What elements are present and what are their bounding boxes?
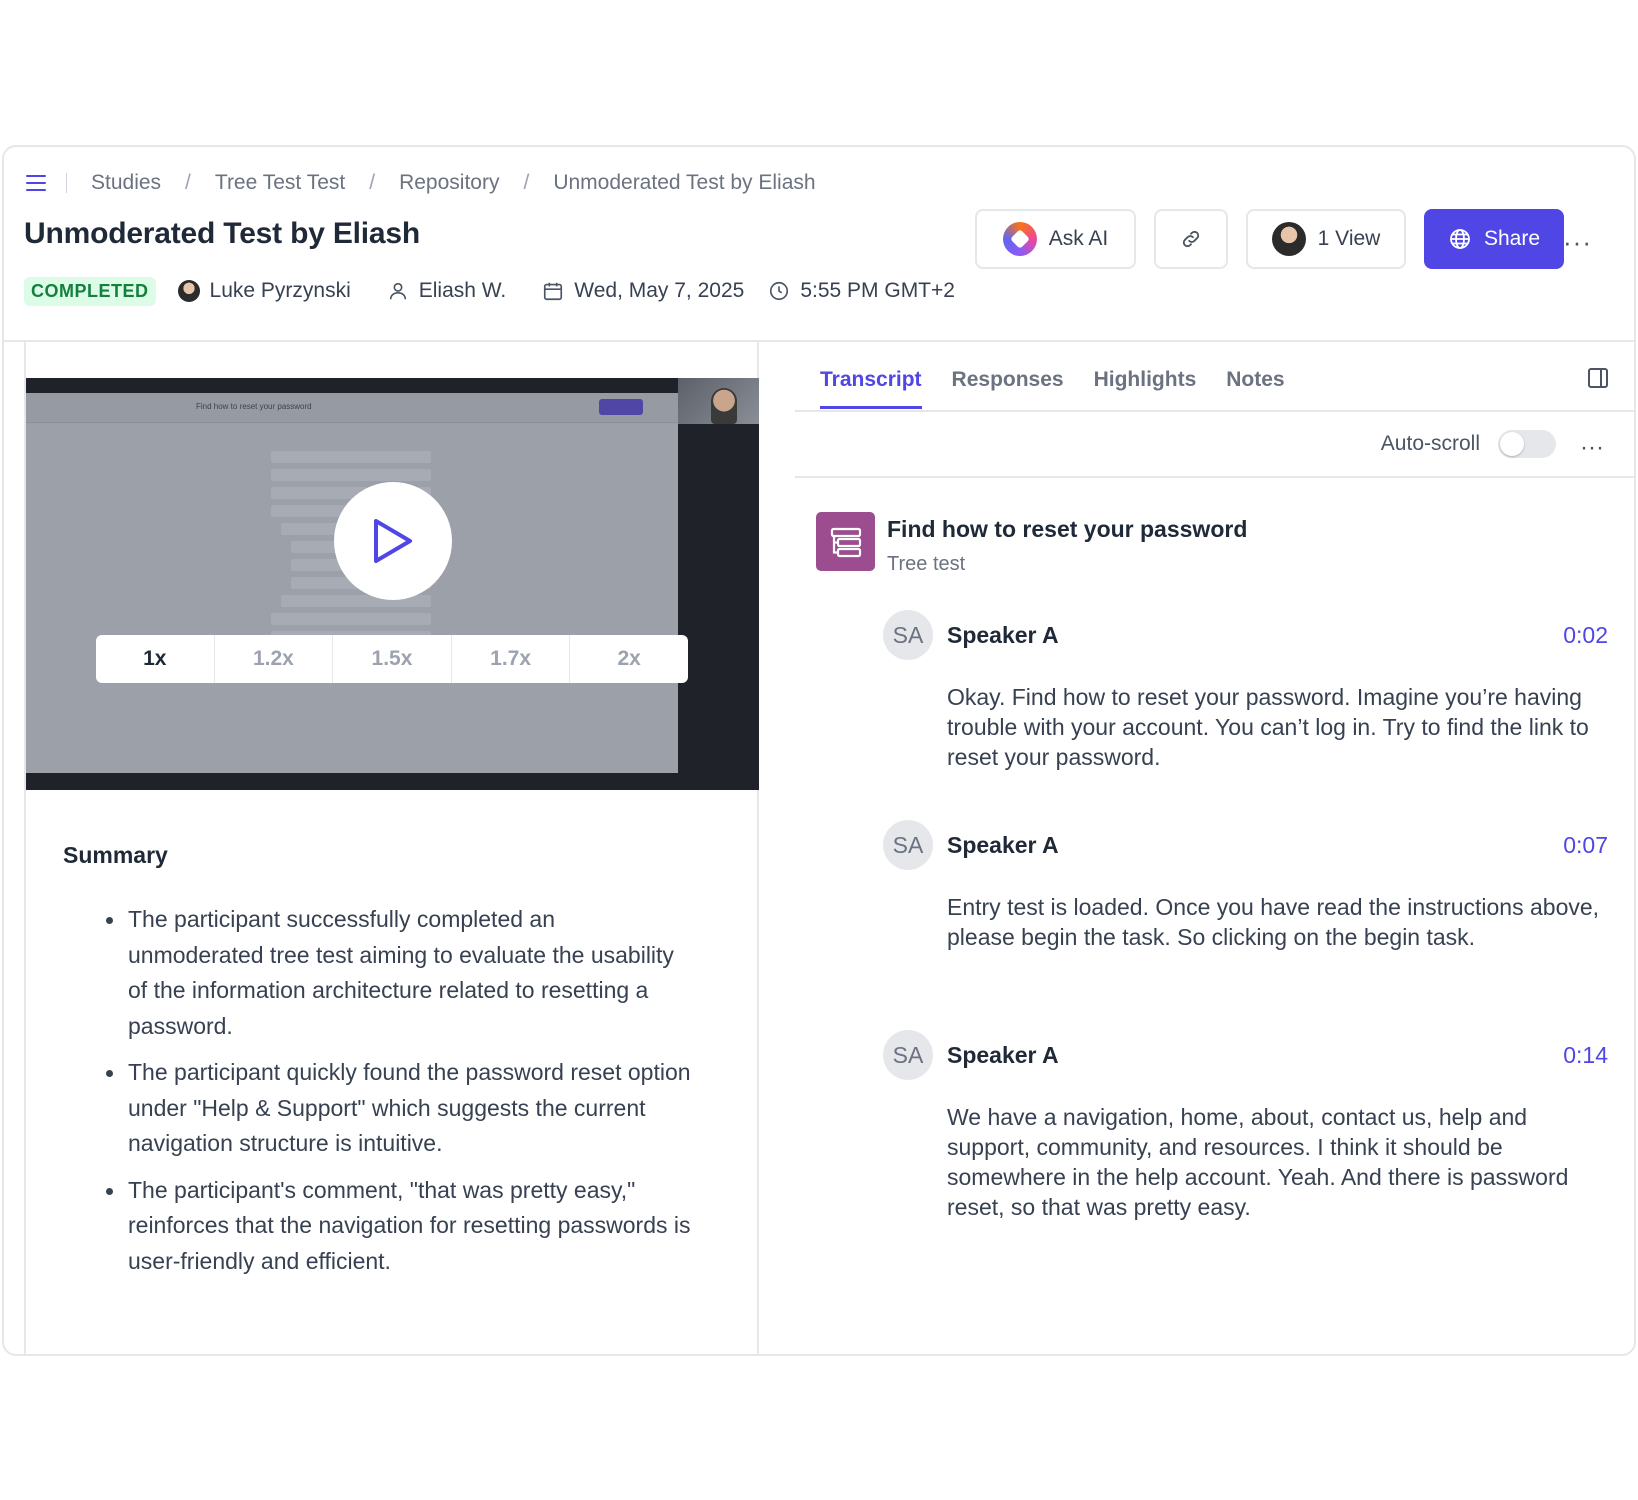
task-header: Find how to reset your password Tree tes…: [816, 512, 1247, 576]
transcript-entry: SA Speaker A 0:02 Okay. Find how to rese…: [883, 610, 1608, 772]
clock-icon: [770, 281, 789, 301]
breadcrumb-repository[interactable]: Repository: [399, 171, 499, 195]
summary-bullet: The participant quickly found the passwo…: [86, 1055, 696, 1162]
task-type: Tree test: [887, 553, 966, 575]
transcript-more-icon[interactable]: ···: [1580, 434, 1604, 462]
author-name: Luke Pyrzynski: [209, 279, 351, 302]
transcript-pane: Transcript Responses Highlights Notes Au…: [795, 342, 1634, 1354]
page-title: Unmoderated Test by Eliash: [24, 217, 421, 250]
speaker-avatar: SA: [883, 610, 933, 660]
breadcrumb-tree-test[interactable]: Tree Test Test: [215, 171, 345, 195]
app-window: Studies / Tree Test Test / Repository / …: [2, 145, 1636, 1356]
speaker-name: Speaker A: [947, 621, 1059, 648]
transcript-entry: SA Speaker A 0:14 We have a navigation, …: [883, 1030, 1608, 1222]
speed-option-1-2x[interactable]: 1.2x: [215, 635, 334, 683]
breadcrumb-separator: /: [369, 171, 376, 194]
breadcrumb-divider: [66, 173, 67, 193]
breadcrumb: Studies / Tree Test Test / Repository / …: [26, 169, 816, 197]
share-label: Share: [1483, 227, 1541, 250]
recording-task-title: Find how to reset your password: [196, 402, 312, 411]
toolbar-divider: [795, 476, 1634, 478]
tabs-divider: [795, 410, 1634, 412]
toggle-panel-icon[interactable]: [1588, 368, 1608, 388]
participant: Eliash W.: [387, 279, 507, 303]
ask-ai-button[interactable]: Ask AI: [975, 209, 1136, 269]
user-icon: [389, 282, 406, 300]
viewer-avatar: [1271, 222, 1306, 256]
share-button[interactable]: Share: [1424, 209, 1564, 269]
timestamp-link[interactable]: 0:07: [1563, 832, 1608, 859]
tree-test-icon: [816, 512, 875, 571]
tab-notes[interactable]: Notes: [1226, 368, 1284, 409]
copy-link-button[interactable]: [1154, 209, 1228, 269]
ask-ai-label: Ask AI: [1048, 227, 1109, 250]
transcript-entry: SA Speaker A 0:07 Entry test is loaded. …: [883, 820, 1608, 952]
speed-option-1-5x[interactable]: 1.5x: [333, 635, 452, 683]
video-player[interactable]: Find how to reset your password 1x 1.2x …: [26, 378, 759, 790]
menu-icon[interactable]: [26, 175, 46, 191]
views-button[interactable]: 1 View: [1246, 209, 1406, 269]
transcript-text: We have a navigation, home, about, conta…: [947, 1104, 1569, 1220]
recording-button: [599, 399, 643, 415]
status-badge: COMPLETED: [24, 276, 156, 306]
meta-row: COMPLETED Luke Pyrzynski Eliash W. Wed, …: [24, 275, 955, 307]
recording-toolbar: Find how to reset your password: [26, 393, 678, 423]
autoscroll-toggle[interactable]: [1498, 430, 1556, 458]
speed-option-2x[interactable]: 2x: [570, 635, 688, 683]
autoscroll-control: Auto-scroll: [1381, 430, 1556, 458]
author: Luke Pyrzynski: [177, 279, 351, 303]
tab-responses[interactable]: Responses: [952, 368, 1064, 409]
speaker-name: Speaker A: [947, 1041, 1059, 1068]
breadcrumb-studies[interactable]: Studies: [91, 171, 161, 195]
participant-name: Eliash W.: [418, 279, 507, 302]
tree-node: [271, 613, 431, 625]
speed-option-1x[interactable]: 1x: [96, 635, 215, 683]
timestamp-link[interactable]: 0:02: [1563, 622, 1608, 649]
summary-title: Summary: [63, 842, 168, 868]
speaker-name: Speaker A: [947, 831, 1059, 858]
tab-highlights[interactable]: Highlights: [1094, 368, 1197, 409]
author-avatar: [177, 280, 200, 302]
speaker-avatar: SA: [883, 1030, 933, 1080]
views-label: 1 View: [1317, 227, 1381, 250]
calendar-icon: [544, 282, 563, 301]
tab-transcript[interactable]: Transcript: [820, 368, 922, 409]
autoscroll-label: Auto-scroll: [1380, 432, 1480, 455]
breadcrumb-separator: /: [523, 171, 530, 194]
date-text: Wed, May 7, 2025: [574, 279, 745, 302]
participant-face: [711, 388, 737, 424]
playback-speed-selector: 1x 1.2x 1.5x 1.7x 2x: [96, 635, 688, 683]
session-date: Wed, May 7, 2025: [542, 279, 744, 303]
play-icon: [374, 519, 412, 563]
session-time: 5:55 PM GMT+2: [768, 279, 955, 303]
link-icon: [1182, 230, 1200, 248]
ai-logo-icon: [1002, 222, 1037, 256]
video-summary-pane: Find how to reset your password 1x 1.2x …: [24, 342, 759, 1354]
breadcrumb-current: Unmoderated Test by Eliash: [553, 171, 816, 194]
summary-list: The participant successfully completed a…: [86, 902, 696, 1290]
breadcrumb-separator: /: [185, 171, 191, 194]
summary-bullet: The participant successfully completed a…: [86, 902, 696, 1044]
play-button[interactable]: [334, 482, 452, 600]
speed-option-1-7x[interactable]: 1.7x: [452, 635, 571, 683]
more-options-icon[interactable]: ···: [1563, 227, 1592, 258]
tree-node: [271, 469, 431, 481]
summary-bullet: The participant's comment, "that was pre…: [86, 1173, 696, 1280]
transcript-text: Entry test is loaded. Once you have read…: [947, 894, 1600, 950]
tree-node: [271, 451, 431, 463]
timestamp-link[interactable]: 0:14: [1563, 1042, 1608, 1069]
participant-webcam: [678, 378, 759, 424]
task-title: Find how to reset your password: [887, 516, 1248, 542]
transcript-text: Okay. Find how to reset your password. I…: [947, 684, 1589, 770]
speaker-avatar: SA: [883, 820, 933, 870]
tab-bar: Transcript Responses Highlights Notes: [820, 368, 1285, 409]
time-text: 5:55 PM GMT+2: [800, 279, 955, 302]
header-actions: Ask AI 1 View Share: [975, 209, 1564, 269]
globe-icon: [1450, 229, 1470, 249]
